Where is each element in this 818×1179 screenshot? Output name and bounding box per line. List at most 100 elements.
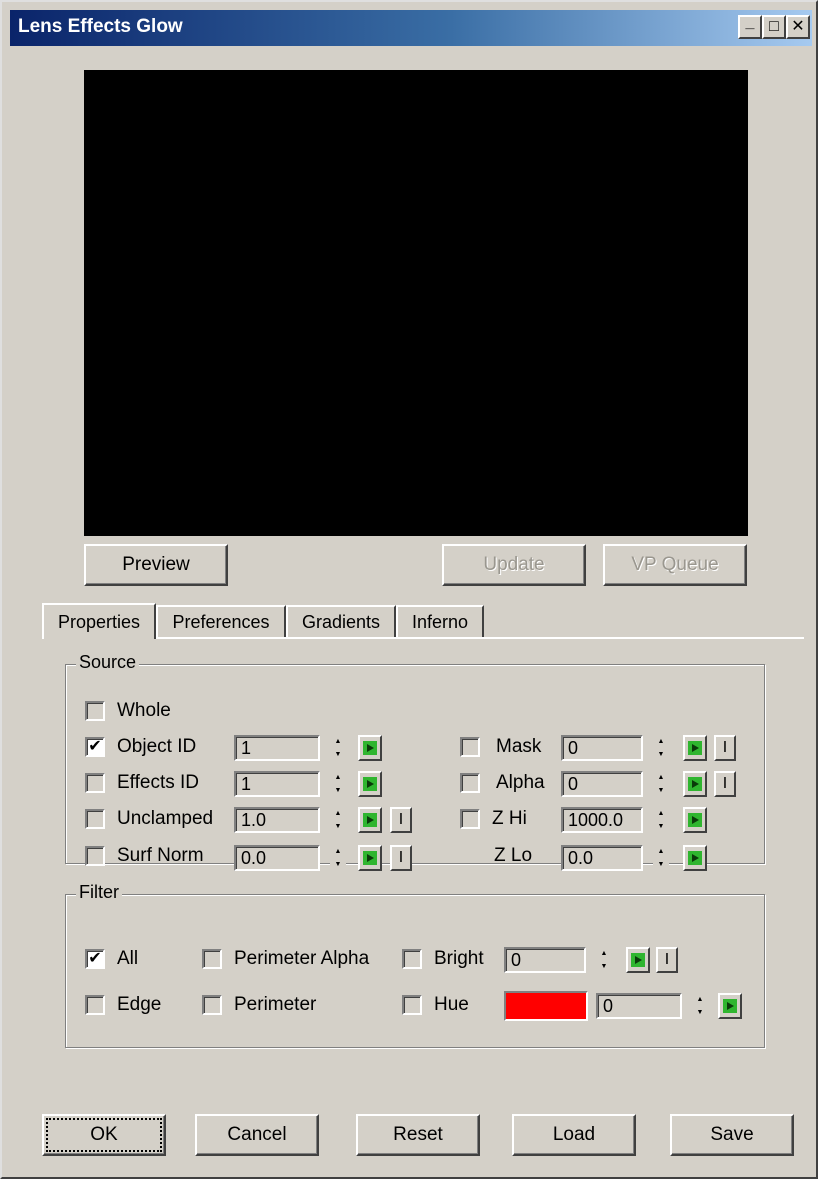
bright-checkbox[interactable] (402, 949, 422, 969)
unclamped-checkbox[interactable] (85, 809, 105, 829)
edge-label: Edge (117, 994, 162, 1015)
bright-animate-button[interactable] (626, 947, 650, 973)
minimize-icon: _ (745, 14, 755, 31)
bright-spinner[interactable]: ▲ ▼ (596, 947, 612, 973)
spinner-up-icon[interactable]: ▲ (330, 807, 346, 820)
unclamped-field[interactable]: 1.0 (234, 807, 320, 833)
effects-id-spinner[interactable]: ▲ ▼ (330, 771, 346, 797)
effects-id-animate-button[interactable] (358, 771, 382, 797)
spinner-up-icon[interactable]: ▲ (653, 845, 669, 858)
spinner-down-icon[interactable]: ▼ (330, 748, 346, 761)
spinner-up-icon[interactable]: ▲ (596, 947, 612, 960)
hue-color-swatch[interactable] (504, 991, 588, 1021)
mask-checkbox[interactable] (460, 737, 480, 757)
spinner-down-icon[interactable]: ▼ (653, 784, 669, 797)
spinner-up-icon[interactable]: ▲ (330, 735, 346, 748)
hue-spinner[interactable]: ▲ ▼ (692, 993, 708, 1019)
surf-norm-spinner[interactable]: ▲ ▼ (330, 845, 346, 871)
z-hi-animate-button[interactable] (683, 807, 707, 833)
unclamped-animate-button[interactable] (358, 807, 382, 833)
object-id-spinner[interactable]: ▲ ▼ (330, 735, 346, 761)
bright-field[interactable]: 0 (504, 947, 586, 973)
effects-id-field[interactable]: 1 (234, 771, 320, 797)
alpha-checkbox[interactable] (460, 773, 480, 793)
mask-field[interactable]: 0 (561, 735, 643, 761)
maximize-button[interactable]: □ (762, 15, 786, 39)
load-button[interactable]: Load (512, 1114, 636, 1156)
close-button[interactable]: ✕ (786, 15, 810, 39)
z-lo-label: Z Lo (494, 845, 533, 866)
vp-queue-button[interactable]: VP Queue (603, 544, 747, 586)
play-icon (688, 777, 702, 791)
alpha-animate-button[interactable] (683, 771, 707, 797)
z-hi-spinner[interactable]: ▲ ▼ (653, 807, 669, 833)
z-hi-checkbox[interactable] (460, 809, 480, 829)
window-title: Lens Effects Glow (18, 16, 183, 37)
unclamped-inverse-button[interactable]: I (390, 807, 412, 833)
spinner-down-icon[interactable]: ▼ (653, 820, 669, 833)
spinner-up-icon[interactable]: ▲ (653, 771, 669, 784)
hue-checkbox[interactable] (402, 995, 422, 1015)
surf-norm-checkbox[interactable] (85, 846, 105, 866)
perimeter-alpha-checkbox[interactable] (202, 949, 222, 969)
perimeter-label: Perimeter (234, 994, 317, 1015)
play-icon (631, 953, 645, 967)
hue-label: Hue (434, 994, 469, 1015)
spinner-down-icon[interactable]: ▼ (330, 858, 346, 871)
object-id-field[interactable]: 1 (234, 735, 320, 761)
surf-norm-field[interactable]: 0.0 (234, 845, 320, 871)
ok-button[interactable]: OK (42, 1114, 166, 1156)
hue-animate-button[interactable] (718, 993, 742, 1019)
play-icon (688, 741, 702, 755)
z-lo-animate-button[interactable] (683, 845, 707, 871)
spinner-down-icon[interactable]: ▼ (653, 858, 669, 871)
all-checkbox[interactable]: ✔ (85, 949, 105, 969)
tab-properties[interactable]: Properties (42, 603, 156, 639)
cancel-button[interactable]: Cancel (195, 1114, 319, 1156)
spinner-up-icon[interactable]: ▲ (692, 993, 708, 1006)
play-icon (363, 851, 377, 865)
save-button[interactable]: Save (670, 1114, 794, 1156)
mask-animate-button[interactable] (683, 735, 707, 761)
alpha-inverse-button[interactable]: I (714, 771, 736, 797)
update-button[interactable]: Update (442, 544, 586, 586)
minimize-button[interactable]: _ (738, 15, 762, 39)
spinner-up-icon[interactable]: ▲ (330, 771, 346, 784)
unclamped-spinner[interactable]: ▲ ▼ (330, 807, 346, 833)
whole-label: Whole (117, 700, 171, 721)
spinner-up-icon[interactable]: ▲ (653, 735, 669, 748)
all-label: All (117, 948, 139, 969)
effects-id-checkbox[interactable] (85, 773, 105, 793)
edge-checkbox[interactable] (85, 995, 105, 1015)
tab-preferences[interactable]: Preferences (156, 605, 286, 637)
mask-inverse-button[interactable]: I (714, 735, 736, 761)
spinner-down-icon[interactable]: ▼ (596, 960, 612, 973)
alpha-field[interactable]: 0 (561, 771, 643, 797)
dialog-window: Lens Effects Glow _ □ ✕ Preview Update V… (0, 0, 818, 1179)
spinner-down-icon[interactable]: ▼ (330, 784, 346, 797)
surf-norm-animate-button[interactable] (358, 845, 382, 871)
surf-norm-inverse-button[interactable]: I (390, 845, 412, 871)
z-hi-field[interactable]: 1000.0 (561, 807, 643, 833)
mask-spinner[interactable]: ▲ ▼ (653, 735, 669, 761)
hue-field[interactable]: 0 (596, 993, 682, 1019)
z-lo-spinner[interactable]: ▲ ▼ (653, 845, 669, 871)
z-lo-field[interactable]: 0.0 (561, 845, 643, 871)
tab-inferno[interactable]: Inferno (396, 605, 484, 637)
whole-checkbox[interactable] (85, 701, 105, 721)
spinner-up-icon[interactable]: ▲ (330, 845, 346, 858)
spinner-down-icon[interactable]: ▼ (692, 1006, 708, 1019)
spinner-up-icon[interactable]: ▲ (653, 807, 669, 820)
spinner-down-icon[interactable]: ▼ (330, 820, 346, 833)
tab-gradients[interactable]: Gradients (286, 605, 396, 637)
unclamped-label: Unclamped (117, 808, 214, 829)
bright-inverse-button[interactable]: I (656, 947, 678, 973)
title-bar[interactable]: Lens Effects Glow _ □ ✕ (10, 10, 812, 46)
spinner-down-icon[interactable]: ▼ (653, 748, 669, 761)
perimeter-checkbox[interactable] (202, 995, 222, 1015)
object-id-animate-button[interactable] (358, 735, 382, 761)
reset-button[interactable]: Reset (356, 1114, 480, 1156)
preview-button[interactable]: Preview (84, 544, 228, 586)
object-id-checkbox[interactable]: ✔ (85, 737, 105, 757)
alpha-spinner[interactable]: ▲ ▼ (653, 771, 669, 797)
